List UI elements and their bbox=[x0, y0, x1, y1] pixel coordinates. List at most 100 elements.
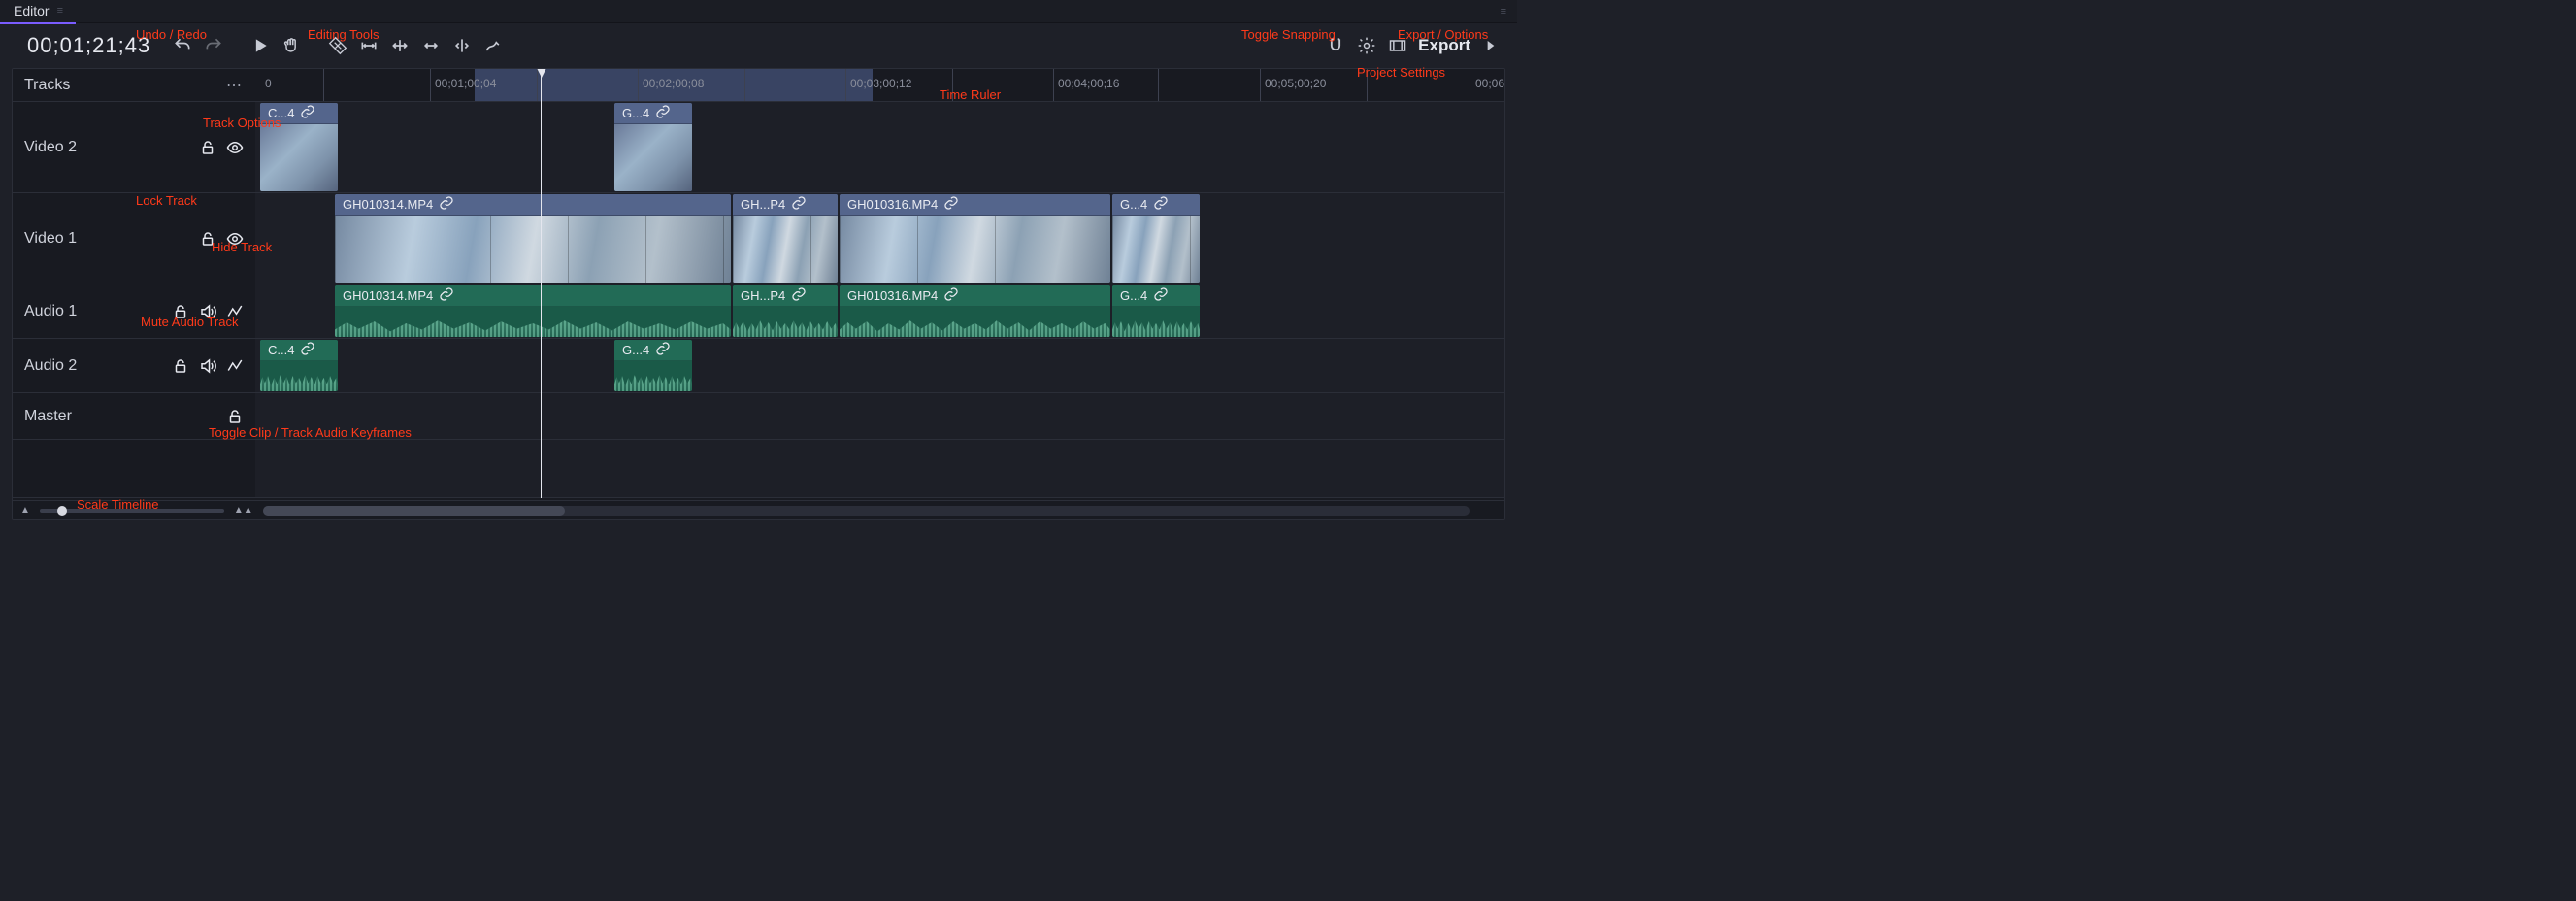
export-button[interactable]: Export bbox=[1418, 36, 1470, 55]
clip-label: GH010316.MP4 bbox=[847, 288, 938, 303]
link-icon bbox=[791, 286, 807, 305]
slip-tool[interactable] bbox=[389, 35, 411, 56]
clip-label: GH010314.MP4 bbox=[343, 288, 433, 303]
clip-label: G...4 bbox=[1120, 197, 1147, 212]
clip-video1-1[interactable]: GH010314.MP4 bbox=[335, 194, 731, 283]
rate-stretch-tool[interactable] bbox=[482, 35, 504, 56]
zoom-out-icon[interactable]: ▲ bbox=[20, 505, 30, 516]
lock-track-video2[interactable] bbox=[199, 139, 216, 156]
timecode-display[interactable]: 00;01;21;43 bbox=[27, 33, 150, 58]
clip-video1-3[interactable]: GH010316.MP4 bbox=[840, 194, 1110, 283]
clip-label: C...4 bbox=[268, 343, 294, 357]
clip-audio2-1[interactable]: C...4 bbox=[260, 340, 338, 391]
link-icon bbox=[300, 341, 315, 359]
link-icon bbox=[943, 286, 959, 305]
clip-video1-4[interactable]: G...4 bbox=[1112, 194, 1200, 283]
tracks-header: Tracks ⋯ bbox=[13, 69, 255, 101]
track-name-audio1: Audio 1 bbox=[24, 303, 162, 320]
lock-track-audio1[interactable] bbox=[172, 303, 189, 320]
play-button[interactable] bbox=[249, 35, 271, 56]
time-ruler[interactable]: 0 00;01;00;04 00;02;00;08 00;03;00;12 00… bbox=[255, 69, 1504, 101]
ruler-tick-3: 00;03;00;12 bbox=[850, 77, 911, 90]
link-icon bbox=[439, 195, 454, 214]
lock-track-video1[interactable] bbox=[199, 230, 216, 248]
timeline-panel: Tracks ⋯ 0 00;01;00;04 00;02;00;08 00;03… bbox=[12, 68, 1505, 520]
track-head-video2: Video 2 bbox=[13, 102, 255, 192]
export-label: Export bbox=[1418, 36, 1470, 55]
keyframes-toggle-audio1[interactable] bbox=[226, 303, 244, 320]
clip-audio1-4[interactable]: G...4 bbox=[1112, 285, 1200, 337]
track-lane-master[interactable] bbox=[255, 393, 1504, 439]
titlebar: Editor ≡ ≡ bbox=[0, 0, 1517, 23]
clip-label: GH010314.MP4 bbox=[343, 197, 433, 212]
ruler-tick-2: 00;02;00;08 bbox=[643, 77, 704, 90]
lock-track-master[interactable] bbox=[226, 408, 244, 425]
track-head-video1: Video 1 bbox=[13, 193, 255, 284]
zoom-slider[interactable] bbox=[40, 509, 224, 513]
clip-label: G...4 bbox=[622, 343, 649, 357]
track-head-empty bbox=[13, 440, 255, 497]
clip-video2-1[interactable]: C...4 bbox=[260, 103, 338, 191]
track-lane-video2[interactable]: C...4 G...4 bbox=[255, 102, 1504, 192]
clip-label: GH...P4 bbox=[741, 197, 785, 212]
export-options-button[interactable] bbox=[1480, 35, 1502, 56]
lock-track-audio2[interactable] bbox=[172, 357, 189, 375]
clip-label: GH...P4 bbox=[741, 288, 785, 303]
keyframes-toggle-audio2[interactable] bbox=[226, 357, 244, 375]
trim-tool[interactable] bbox=[358, 35, 380, 56]
hide-track-video2[interactable] bbox=[226, 139, 244, 156]
link-icon bbox=[655, 104, 671, 122]
editor-tab[interactable]: Editor ≡ bbox=[0, 0, 76, 24]
track-options-button[interactable]: ⋯ bbox=[226, 76, 244, 95]
clip-label: GH010316.MP4 bbox=[847, 197, 938, 212]
ruler-zero: 0 bbox=[265, 77, 272, 90]
track-name-master: Master bbox=[24, 408, 216, 425]
clip-audio2-2[interactable]: G...4 bbox=[614, 340, 692, 391]
track-name-video1: Video 1 bbox=[24, 230, 189, 248]
link-icon bbox=[1153, 195, 1169, 214]
clip-label: C...4 bbox=[268, 106, 294, 120]
link-icon bbox=[791, 195, 807, 214]
track-head-master: Master bbox=[13, 393, 255, 439]
clip-label: G...4 bbox=[1120, 288, 1147, 303]
panel-footer: ▲ ▲▲ bbox=[13, 500, 1504, 519]
ruler-tick-4: 00;04;00;16 bbox=[1058, 77, 1119, 90]
track-lane-empty bbox=[255, 440, 1504, 497]
track-lane-video1[interactable]: GH010314.MP4 GH...P4 GH010316.MP4 G...4 bbox=[255, 193, 1504, 284]
clip-label: G...4 bbox=[622, 106, 649, 120]
redo-button[interactable] bbox=[203, 35, 224, 56]
link-icon bbox=[655, 341, 671, 359]
ripple-tool[interactable] bbox=[327, 35, 348, 56]
ruler-end: 00;06 bbox=[1475, 77, 1504, 90]
clip-audio1-1[interactable]: GH010314.MP4 bbox=[335, 285, 731, 337]
panel-menu-icon[interactable]: ≡ bbox=[1489, 6, 1517, 17]
mute-track-audio1[interactable] bbox=[199, 303, 216, 320]
clip-video1-2[interactable]: GH...P4 bbox=[733, 194, 838, 283]
link-icon bbox=[300, 104, 315, 122]
track-lane-audio1[interactable]: GH010314.MP4 GH...P4 GH010316.MP4 G...4 bbox=[255, 284, 1504, 338]
toolbar: 00;01;21;43 bbox=[0, 23, 1517, 68]
clip-audio1-2[interactable]: GH...P4 bbox=[733, 285, 838, 337]
mute-track-audio2[interactable] bbox=[199, 357, 216, 375]
in-out-button[interactable] bbox=[1387, 35, 1408, 56]
editor-tab-label: Editor bbox=[14, 3, 50, 18]
hand-tool[interactable] bbox=[281, 35, 302, 56]
hide-track-video1[interactable] bbox=[226, 230, 244, 248]
track-head-audio1: Audio 1 bbox=[13, 284, 255, 338]
project-settings-button[interactable] bbox=[1356, 35, 1377, 56]
slide-tool[interactable] bbox=[420, 35, 442, 56]
clip-video2-2[interactable]: G...4 bbox=[614, 103, 692, 191]
track-lane-audio2[interactable]: C...4 G...4 bbox=[255, 339, 1504, 392]
link-icon bbox=[439, 286, 454, 305]
timeline-hscrollbar[interactable] bbox=[263, 506, 1470, 516]
tab-menu-icon[interactable]: ≡ bbox=[57, 5, 62, 17]
snapping-toggle[interactable] bbox=[1325, 35, 1346, 56]
razor-tool[interactable] bbox=[451, 35, 473, 56]
link-icon bbox=[943, 195, 959, 214]
zoom-in-icon[interactable]: ▲▲ bbox=[234, 505, 253, 516]
track-name-video2: Video 2 bbox=[24, 139, 189, 156]
track-head-audio2: Audio 2 bbox=[13, 339, 255, 392]
link-icon bbox=[1153, 286, 1169, 305]
clip-audio1-3[interactable]: GH010316.MP4 bbox=[840, 285, 1110, 337]
undo-button[interactable] bbox=[172, 35, 193, 56]
